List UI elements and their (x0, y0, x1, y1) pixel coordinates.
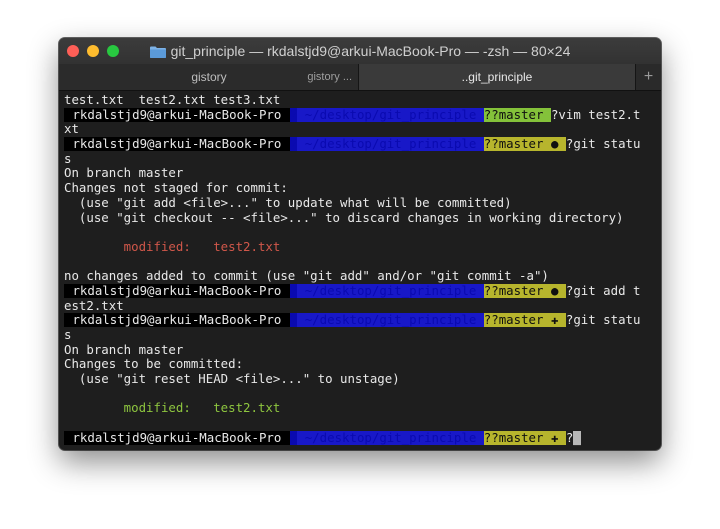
minimize-button[interactable] (87, 45, 99, 57)
tab-git-principle[interactable]: ..git_principle (359, 64, 635, 90)
prompt-glyph: ? (491, 107, 499, 122)
tab-gistory[interactable]: gistory gistory ... (59, 64, 359, 90)
title-bar: git_principle — rkdalstjd9@arkui-MacBook… (59, 38, 661, 64)
output-text: (use "git checkout -- <file>..." to disc… (64, 210, 624, 225)
terminal-line: est2.txt (64, 299, 659, 314)
terminal-line: modified: test2.txt (64, 401, 659, 416)
output-text: Changes not staged for commit: (64, 181, 288, 196)
output-text: (use "git add <file>..." to update what … (64, 195, 512, 210)
terminal-cursor[interactable]: █ (573, 430, 581, 445)
prompt-path-segment: ? ~/desktop/git_principle (289, 107, 484, 122)
tab-bar: gistory gistory ... ..git_principle + (59, 64, 661, 91)
terminal-line: rkdalstjd9@arkui-MacBook-Pro ? ~/desktop… (64, 137, 659, 152)
terminal-line: Changes to be committed: (64, 357, 659, 372)
prompt-path-segment: ? ~/desktop/git_principle (289, 430, 484, 445)
prompt-branch: master (498, 137, 544, 152)
output-text: Changes to be committed: (64, 357, 244, 372)
output-text: no changes added to commit (use "git add… (64, 269, 549, 284)
prompt-path: ~/desktop/git_principle (297, 283, 484, 298)
terminal-line: On branch master (64, 166, 659, 181)
prompt-status-mark: ● (550, 283, 559, 298)
prompt-branch: master (498, 107, 544, 122)
new-tab-button[interactable]: + (635, 64, 661, 90)
prompt-branch: master (498, 283, 544, 298)
prompt-path: ~/desktop/git_principle (297, 107, 484, 122)
prompt-user: rkdalstjd9@arkui-MacBook-Pro (64, 107, 290, 122)
output-text: s (64, 151, 72, 166)
prompt-user: rkdalstjd9@arkui-MacBook-Pro (64, 283, 290, 298)
prompt-path-segment: ? ~/desktop/git_principle (289, 137, 484, 152)
prompt-path: ~/desktop/git_principle (297, 313, 484, 328)
prompt-branch-segment: ??master ● (483, 137, 566, 152)
traffic-lights (67, 45, 119, 57)
terminal-line: (use "git reset HEAD <file>..." to unsta… (64, 372, 659, 387)
prompt-path: ~/desktop/git_principle (297, 430, 484, 445)
close-button[interactable] (67, 45, 79, 57)
terminal-output[interactable]: test.txt test2.txt test3.txt rkdalstjd9@… (64, 93, 659, 446)
output-text: modified: test2.txt (64, 239, 281, 254)
prompt-status-mark: ✚ (550, 430, 559, 445)
terminal-line: rkdalstjd9@arkui-MacBook-Pro ? ~/desktop… (64, 283, 659, 299)
terminal-line: xt (64, 122, 659, 137)
terminal-line: (use "git checkout -- <file>..." to disc… (64, 211, 659, 226)
tab-git-principle-label: ..git_principle (461, 70, 533, 84)
prompt-glyph: ? (491, 430, 499, 445)
output-text: test.txt test2.txt test3.txt (64, 93, 281, 107)
prompt-command: git add t (573, 283, 641, 298)
terminal-window: git_principle — rkdalstjd9@arkui-MacBook… (59, 38, 661, 450)
terminal-line: no changes added to commit (use "git add… (64, 269, 659, 284)
prompt-path: ~/desktop/git_principle (297, 137, 484, 152)
window-title: git_principle — rkdalstjd9@arkui-MacBook… (149, 43, 571, 59)
terminal-line: Changes not staged for commit: (64, 181, 659, 196)
prompt-glyph: ? (491, 137, 499, 152)
prompt-command: vim test2.t (558, 107, 641, 122)
output-text: On branch master (64, 166, 184, 181)
prompt-branch-segment: ??master ✚ (483, 430, 566, 445)
zoom-button[interactable] (107, 45, 119, 57)
terminal-line: On branch master (64, 343, 659, 358)
prompt-branch-segment: ??master ● (483, 283, 566, 298)
terminal-line: s (64, 152, 659, 167)
prompt-glyph: ? (491, 313, 499, 328)
terminal-line: rkdalstjd9@arkui-MacBook-Pro ? ~/desktop… (64, 313, 659, 328)
terminal-line: modified: test2.txt (64, 240, 659, 255)
output-text: est2.txt (64, 298, 124, 313)
output-text: (use "git reset HEAD <file>..." to unsta… (64, 372, 400, 387)
output-text: modified: test2.txt (64, 401, 281, 416)
tab-gistory-sublabel: gistory ... (307, 71, 352, 83)
terminal-line: test.txt test2.txt test3.txt (64, 93, 659, 108)
prompt-command: git statu (573, 137, 641, 152)
prompt-status-mark: ● (550, 137, 559, 152)
prompt-user: rkdalstjd9@arkui-MacBook-Pro (64, 137, 290, 152)
prompt-command: git statu (573, 313, 641, 328)
output-text: xt (64, 122, 79, 137)
prompt-status-mark: ✚ (550, 313, 559, 328)
prompt-path-segment: ? ~/desktop/git_principle (289, 313, 484, 328)
output-text: s (64, 328, 72, 342)
prompt-glyph: ? (491, 283, 499, 298)
prompt-user: rkdalstjd9@arkui-MacBook-Pro (64, 430, 290, 445)
window-title-text: git_principle — rkdalstjd9@arkui-MacBook… (170, 43, 571, 59)
prompt-branch-segment: ??master ✚ (483, 313, 566, 328)
terminal-line: s (64, 328, 659, 343)
terminal-line: (use "git add <file>..." to update what … (64, 196, 659, 211)
prompt-user: rkdalstjd9@arkui-MacBook-Pro (64, 313, 290, 328)
terminal-line: rkdalstjd9@arkui-MacBook-Pro ? ~/desktop… (64, 430, 659, 446)
terminal-line: rkdalstjd9@arkui-MacBook-Pro ? ~/desktop… (64, 107, 659, 123)
prompt-branch: master (498, 430, 544, 445)
folder-icon (149, 45, 166, 58)
prompt-path-segment: ? ~/desktop/git_principle (289, 283, 484, 298)
plus-icon: + (643, 68, 654, 85)
prompt-branch: master (498, 313, 544, 328)
output-text: On branch master (64, 342, 184, 357)
prompt-branch-segment: ??master (483, 107, 551, 122)
